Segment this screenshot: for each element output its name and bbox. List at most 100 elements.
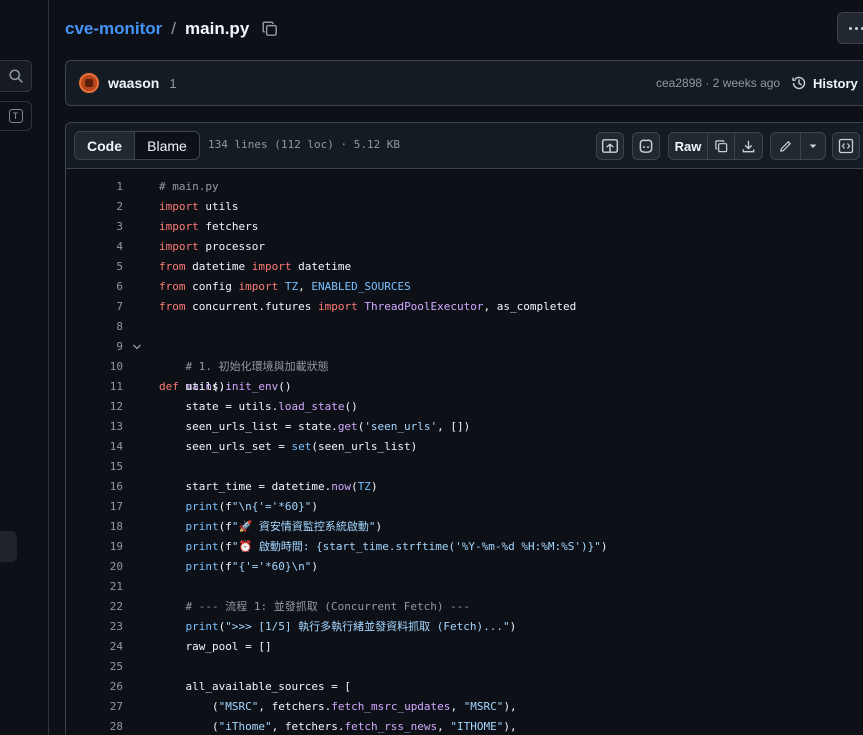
fold-chevron-icon[interactable] <box>132 342 142 352</box>
line-number[interactable]: 25 <box>66 657 123 677</box>
copilot-button[interactable] <box>632 132 660 160</box>
code-text: raw_pool = [] <box>159 640 272 653</box>
copilot-icon <box>639 139 653 153</box>
line-number[interactable]: 8 <box>66 317 123 337</box>
line-number[interactable]: 19 <box>66 537 123 557</box>
kebab-icon <box>849 26 863 30</box>
code-line: 24 raw_pool = [] <box>66 637 863 657</box>
code-line: 5 from datetime import datetime <box>66 257 863 277</box>
avatar[interactable] <box>79 73 99 93</box>
search-icon <box>8 69 23 83</box>
more-options-button[interactable] <box>837 12 863 44</box>
line-number[interactable]: 21 <box>66 577 123 597</box>
copy-icon <box>714 139 727 152</box>
line-number[interactable]: 16 <box>66 477 123 497</box>
code-text: from concurrent.futures import ThreadPoo… <box>159 300 577 313</box>
line-number[interactable]: 11 <box>66 377 123 397</box>
code-text: utils.init_env() <box>159 380 292 393</box>
shortcut-key-hint: T <box>8 109 23 123</box>
file-name: main.py <box>185 19 250 38</box>
download-icon <box>742 140 755 152</box>
sidebar-scroll-indicator[interactable] <box>0 531 17 562</box>
code-line: 23 print(">>> [1/5] 執行多執行緒並發資料抓取 (Fetch)… <box>66 617 863 637</box>
line-number[interactable]: 20 <box>66 557 123 577</box>
code-line: 3 import fetchers <box>66 217 863 237</box>
code-line: 6 from config import TZ, ENABLED_SOURCES <box>66 277 863 297</box>
raw-button[interactable]: Raw <box>669 133 708 159</box>
code-line: 22 # --- 流程 1: 並發抓取 (Concurrent Fetch) -… <box>66 597 863 617</box>
open-symbols-button[interactable] <box>596 132 624 160</box>
file-viewer: Code Blame 134 lines (112 loc) · 5.12 KB… <box>65 122 863 735</box>
code-line: 13 seen_urls_list = state.get('seen_urls… <box>66 417 863 437</box>
line-number[interactable]: 28 <box>66 717 123 735</box>
go-to-file-button[interactable]: T <box>0 101 32 131</box>
code-text: all_available_sources = [ <box>159 680 352 693</box>
line-number[interactable]: 9 <box>66 337 123 357</box>
code-text: ("iThome", fetchers.fetch_rss_news, "ITH… <box>159 720 517 733</box>
code-line: 20 print(f"{'='*60}\n") <box>66 557 863 577</box>
symbols-panel-button[interactable] <box>832 132 860 160</box>
code-line: 2 import utils <box>66 197 863 217</box>
edit-file-button[interactable] <box>771 133 801 159</box>
contributor-count[interactable]: 1 <box>169 76 176 91</box>
line-number[interactable]: 10 <box>66 357 123 377</box>
line-number[interactable]: 12 <box>66 397 123 417</box>
repo-link[interactable]: cve-monitor <box>65 19 162 39</box>
code-line: 12 state = utils.load_state() <box>66 397 863 417</box>
line-number[interactable]: 15 <box>66 457 123 477</box>
line-number[interactable]: 2 <box>66 197 123 217</box>
commit-author[interactable]: waason <box>108 75 159 91</box>
code-line: 25 <box>66 657 863 677</box>
history-icon <box>792 76 806 90</box>
code-line: 28 ("iThome", fetchers.fetch_rss_news, "… <box>66 717 863 735</box>
history-button[interactable]: History <box>791 75 858 91</box>
symbols-icon <box>601 139 619 153</box>
line-number[interactable]: 23 <box>66 617 123 637</box>
tab-code[interactable]: Code <box>75 132 135 159</box>
code-line: 10 # 1. 初始化環境與加載狀態 <box>66 357 863 377</box>
file-search-button[interactable] <box>0 60 32 92</box>
code-text: import utils <box>159 200 239 213</box>
line-number[interactable]: 4 <box>66 237 123 257</box>
file-info: 134 lines (112 loc) · 5.12 KB <box>208 138 401 151</box>
line-number[interactable]: 18 <box>66 517 123 537</box>
code-line: 26 all_available_sources = [ <box>66 677 863 697</box>
line-number[interactable]: 26 <box>66 677 123 697</box>
code-line: 15 <box>66 457 863 477</box>
raw-button-group: Raw <box>668 132 763 160</box>
latest-commit-bar: waason 1 cea2898 · 2 weeks ago History <box>65 60 863 106</box>
edit-options-dropdown[interactable] <box>801 133 825 159</box>
code-text: from datetime import datetime <box>159 260 352 273</box>
code-line: 14 seen_urls_set = set(seen_urls_list) <box>66 437 863 457</box>
code-view: 1 # main.py 2 import utils 3 import fetcher… <box>66 169 863 735</box>
code-line: 19 print(f"⏰ 啟動時間: {start_time.strftime(… <box>66 537 863 557</box>
code-text: # --- 流程 1: 並發抓取 (Concurrent Fetch) --- <box>159 600 471 613</box>
line-number[interactable]: 13 <box>66 417 123 437</box>
commit-meta[interactable]: cea2898 · 2 weeks ago <box>656 76 780 90</box>
line-number[interactable]: 6 <box>66 277 123 297</box>
line-number[interactable]: 27 <box>66 697 123 717</box>
line-number[interactable]: 22 <box>66 597 123 617</box>
line-number[interactable]: 14 <box>66 437 123 457</box>
line-number[interactable]: 5 <box>66 257 123 277</box>
copy-icon <box>262 21 278 36</box>
copy-raw-button[interactable] <box>708 133 735 159</box>
history-label: History <box>813 75 858 91</box>
view-switcher: Code Blame <box>74 131 200 160</box>
line-number[interactable]: 24 <box>66 637 123 657</box>
file-header: Code Blame 134 lines (112 loc) · 5.12 KB… <box>66 123 863 169</box>
code-line: 4 import processor <box>66 237 863 257</box>
code-text: print(f"{'='*60}\n") <box>185 560 318 573</box>
line-number[interactable]: 17 <box>66 497 123 517</box>
download-button[interactable] <box>735 133 762 159</box>
code-text: from config import TZ, ENABLED_SOURCES <box>159 280 411 293</box>
code-line: 11 utils.init_env() <box>66 377 863 397</box>
code-text: print(f"⏰ 啟動時間: {start_time.strftime('%Y… <box>185 540 608 553</box>
line-number[interactable]: 3 <box>66 217 123 237</box>
code-text: seen_urls_set = set(seen_urls_list) <box>159 440 418 453</box>
line-number[interactable]: 1 <box>66 177 123 197</box>
code-line: 1 # main.py <box>66 177 863 197</box>
line-number[interactable]: 7 <box>66 297 123 317</box>
copy-path-button[interactable] <box>261 20 279 38</box>
tab-blame[interactable]: Blame <box>135 132 199 159</box>
